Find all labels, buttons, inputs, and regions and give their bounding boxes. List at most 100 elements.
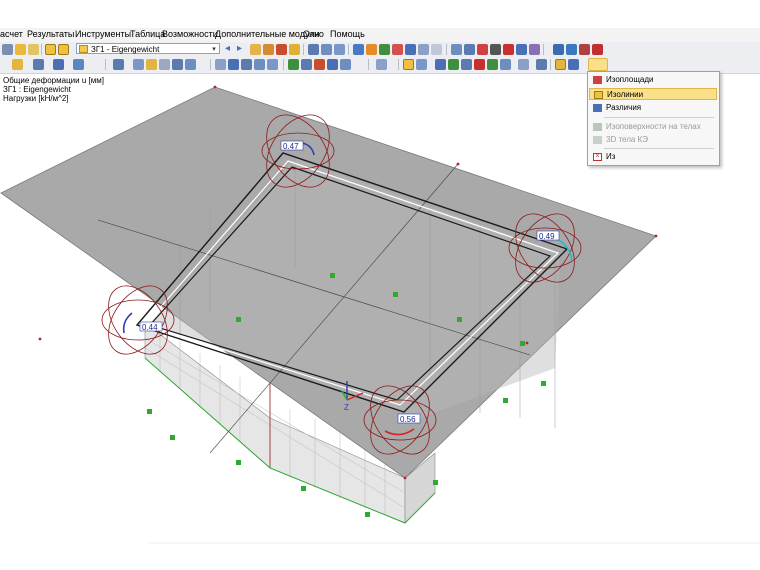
tool-icon[interactable]: [308, 44, 319, 55]
menu-options[interactable]: Возможности: [162, 29, 218, 39]
menu-help[interactable]: Помощь: [330, 29, 365, 39]
tool-icon[interactable]: [500, 59, 511, 70]
solid-isosurface-icon: [593, 123, 602, 131]
off-icon: ×: [593, 153, 602, 161]
next-loadcase-icon[interactable]: ▸: [237, 44, 248, 55]
tool-icon[interactable]: [263, 44, 274, 55]
tool-icon[interactable]: [553, 44, 564, 55]
tool-icon[interactable]: [503, 44, 514, 55]
tool-icon[interactable]: [146, 59, 157, 70]
isosurface-icon: [593, 76, 602, 84]
tool-icon[interactable]: [159, 59, 170, 70]
results-display-menu: Изоплощади Изолинии Различия Изоповерхно…: [587, 71, 720, 166]
tool-icon[interactable]: [133, 59, 144, 70]
menu-window[interactable]: Окно: [303, 29, 324, 39]
tool-icon[interactable]: [490, 44, 501, 55]
tool-icon[interactable]: [487, 59, 498, 70]
differences-icon: [593, 104, 602, 112]
menu-raschet[interactable]: асчет: [0, 29, 23, 39]
tool-icon[interactable]: [405, 44, 416, 55]
value-label-bottom: 0.56: [397, 413, 421, 424]
value-label-top-left: 0.47: [280, 140, 304, 151]
tool-icon[interactable]: [241, 59, 252, 70]
tool-icon[interactable]: [254, 59, 265, 70]
tool-icon[interactable]: [340, 59, 351, 70]
tool-icon[interactable]: [555, 59, 566, 70]
tool-icon[interactable]: [451, 44, 462, 55]
fe-solid-icon: [593, 136, 602, 144]
menu-table[interactable]: Таблица: [130, 29, 165, 39]
tool-icon[interactable]: [536, 59, 547, 70]
loadcase-select[interactable]: ЗГ1 - Eigengewicht ▾: [76, 43, 220, 54]
menu-item-off[interactable]: × Из: [589, 151, 717, 163]
tool-icon[interactable]: [568, 59, 579, 70]
tool-icon[interactable]: [566, 44, 577, 55]
tool-icon[interactable]: [228, 59, 239, 70]
tool-icon[interactable]: [529, 44, 540, 55]
tool-icon[interactable]: [334, 44, 345, 55]
tool-icon[interactable]: [185, 59, 196, 70]
previous-loadcase-icon[interactable]: ◂: [225, 44, 236, 55]
tool-icon[interactable]: [366, 44, 377, 55]
tool-icon[interactable]: [289, 44, 300, 55]
tool-icon[interactable]: [215, 59, 226, 70]
loadcase-icon: [79, 45, 88, 53]
menu-results[interactable]: Результаты: [27, 29, 74, 39]
tool-icon[interactable]: [353, 44, 364, 55]
toolbar-main: ЗГ1 - Eigengewicht ▾ ◂ ▸: [0, 42, 760, 58]
tool-icon[interactable]: [416, 59, 427, 70]
svg-text:0.56: 0.56: [400, 415, 416, 424]
results-panel-icon[interactable]: [58, 44, 69, 55]
tool-icon[interactable]: [113, 59, 124, 70]
tool-icon[interactable]: [418, 44, 429, 55]
svg-text:0.49: 0.49: [539, 232, 555, 241]
axis-label: Z: [344, 403, 349, 412]
result-legend: Общие деформации u [мм] ЗГ1 : Eigengewic…: [3, 76, 104, 103]
open-icon[interactable]: [15, 44, 26, 55]
tool-icon[interactable]: [288, 59, 299, 70]
tool-icon[interactable]: [250, 44, 261, 55]
svg-text:0.44: 0.44: [142, 323, 158, 332]
tool-icon[interactable]: [403, 59, 414, 70]
menu-item-solid-isosurfaces[interactable]: Изоповерхности на телах: [589, 121, 717, 133]
tool-icon[interactable]: [464, 44, 475, 55]
tool-icon[interactable]: [321, 44, 332, 55]
tool-icon[interactable]: [448, 59, 459, 70]
save-icon[interactable]: [28, 44, 39, 55]
tool-icon[interactable]: [172, 59, 183, 70]
tool-icon[interactable]: [592, 44, 603, 55]
legend-line-deformation: Общие деформации u [мм]: [3, 76, 104, 85]
menu-item-isolines[interactable]: Изолинии: [589, 88, 717, 100]
tool-icon[interactable]: [301, 59, 312, 70]
tool-icon[interactable]: [376, 59, 387, 70]
tool-icon[interactable]: [53, 59, 64, 70]
tool-icon[interactable]: [379, 44, 390, 55]
tool-icon[interactable]: [579, 44, 590, 55]
tool-icon[interactable]: [516, 44, 527, 55]
menu-tools[interactable]: Инструменты: [75, 29, 131, 39]
tool-icon[interactable]: [474, 59, 485, 70]
tool-icon[interactable]: [267, 59, 278, 70]
tool-icon[interactable]: [327, 59, 338, 70]
chevron-down-icon[interactable]: ▾: [210, 44, 218, 55]
isolines-icon: [594, 91, 603, 99]
tool-icon[interactable]: [73, 59, 84, 70]
tool-icon[interactable]: [518, 59, 529, 70]
menu-item-differences[interactable]: Различия: [589, 102, 717, 114]
tool-icon[interactable]: [431, 44, 442, 55]
new-icon[interactable]: [2, 44, 13, 55]
tool-icon[interactable]: [477, 44, 488, 55]
menu-item-fe-solids[interactable]: 3D тела КЭ: [589, 134, 717, 146]
legend-line-loadcase: ЗГ1 : Eigengewicht: [3, 85, 71, 94]
tool-icon[interactable]: [392, 44, 403, 55]
tool-icon[interactable]: [33, 59, 44, 70]
tool-icon[interactable]: [435, 59, 446, 70]
value-label-right: 0.49: [536, 230, 560, 241]
tool-icon[interactable]: [461, 59, 472, 70]
isolines-mode-button[interactable]: [588, 58, 608, 71]
tool-icon[interactable]: [276, 44, 287, 55]
results-on-icon[interactable]: [45, 44, 56, 55]
tool-icon[interactable]: [314, 59, 325, 70]
menu-item-isosurfaces[interactable]: Изоплощади: [589, 74, 717, 86]
tool-icon[interactable]: [12, 59, 23, 70]
